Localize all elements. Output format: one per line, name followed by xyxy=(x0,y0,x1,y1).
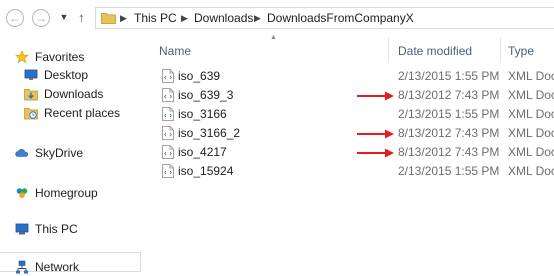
file-name: iso_3166_2 xyxy=(178,126,241,140)
column-header-name[interactable]: Name xyxy=(159,40,191,62)
downloads-folder-icon xyxy=(24,89,38,101)
homegroup-icon xyxy=(16,188,28,198)
file-row[interactable]: iso_3166_2 8/13/2012 7:43 PM XML Docu xyxy=(142,124,554,143)
file-type: XML Docu xyxy=(508,126,554,140)
file-type: XML Docu xyxy=(508,69,554,83)
arrow-left-icon: ← xyxy=(9,11,21,25)
xml-file-icon xyxy=(162,107,174,121)
recent-places-icon xyxy=(24,108,38,120)
file-name: iso_639 xyxy=(178,69,221,83)
column-divider[interactable] xyxy=(388,38,389,62)
file-name: iso_4217 xyxy=(178,145,227,159)
file-name: iso_15924 xyxy=(178,164,234,178)
skydrive-icon xyxy=(15,149,28,157)
xml-file-icon xyxy=(162,126,174,140)
file-date-modified: 8/13/2012 7:43 PM xyxy=(398,88,500,102)
up-button[interactable]: ↑ xyxy=(78,10,85,25)
file-type: XML Docu xyxy=(508,145,554,159)
chevron-down-icon: ▼ xyxy=(59,12,69,22)
breadcrumb-separator-icon[interactable]: ▶ xyxy=(181,12,188,24)
file-list: ▲ Name Date modified Type iso_639 2/13/20… xyxy=(142,34,554,272)
file-name: iso_639_3 xyxy=(178,88,234,102)
xml-file-icon xyxy=(162,164,174,178)
back-button[interactable]: ← xyxy=(6,9,24,27)
nav-item-label: Downloads xyxy=(44,87,104,101)
file-date-modified: 8/13/2012 7:43 PM xyxy=(398,145,500,159)
arrow-right-icon: → xyxy=(35,11,47,25)
file-date-modified: 8/13/2012 7:43 PM xyxy=(398,126,500,140)
file-row[interactable]: iso_639 2/13/2015 1:55 PM XML Docu xyxy=(142,67,554,86)
breadcrumb-downloadsfromcompanyx[interactable]: DownloadsFromCompanyX xyxy=(267,11,414,25)
annotation-arrow-icon xyxy=(357,129,394,139)
annotation-arrow-icon xyxy=(357,148,394,158)
column-header-date-modified[interactable]: Date modified xyxy=(398,40,472,62)
file-row[interactable]: iso_3166 2/13/2015 1:55 PM XML Docu xyxy=(142,105,554,124)
breadcrumb-separator-icon[interactable]: ▶ xyxy=(254,12,261,24)
file-row[interactable]: iso_4217 8/13/2012 7:43 PM XML Docu xyxy=(142,143,554,162)
forward-button[interactable]: → xyxy=(32,9,50,27)
nav-item-label: Desktop xyxy=(44,68,89,82)
file-type: XML Docu xyxy=(508,107,554,121)
file-date-modified: 2/13/2015 1:55 PM xyxy=(398,69,500,83)
file-name: iso_3166 xyxy=(178,107,227,121)
nav-item-label: This PC xyxy=(35,222,78,236)
column-header-type[interactable]: Type xyxy=(508,40,534,62)
file-row[interactable]: iso_639_3 8/13/2012 7:43 PM XML Docu xyxy=(142,86,554,105)
nav-item-label: Recent places xyxy=(44,106,121,120)
nav-item-label: Network xyxy=(35,260,80,274)
sort-ascending-icon: ▲ xyxy=(270,34,277,41)
star-icon xyxy=(15,50,29,64)
address-box[interactable]: ▶ This PC ▶ Downloads ▶ DownloadsFromCom… xyxy=(95,7,554,29)
folder-icon xyxy=(101,13,116,24)
desktop-icon xyxy=(24,69,38,80)
breadcrumb-separator-icon[interactable]: ▶ xyxy=(120,12,127,24)
nav-item-label: SkyDrive xyxy=(35,146,84,160)
column-divider[interactable] xyxy=(500,38,501,62)
xml-file-icon xyxy=(162,69,174,83)
address-bar-row: ← → ▼ ↑ ▶ This PC ▶ Downloads ▶ Download… xyxy=(0,0,554,34)
file-row[interactable]: iso_15924 2/13/2015 1:55 PM XML Docu xyxy=(142,162,554,181)
navigation-pane: Favorites Desktop Downloads Recent place… xyxy=(0,34,142,274)
annotation-arrow-icon xyxy=(357,91,394,101)
nav-item-label: Favorites xyxy=(35,50,85,64)
xml-file-icon xyxy=(162,88,174,102)
arrow-up-icon: ↑ xyxy=(78,10,85,25)
computer-icon xyxy=(15,223,29,235)
file-type: XML Docu xyxy=(508,88,554,102)
file-date-modified: 2/13/2015 1:55 PM xyxy=(398,107,500,121)
breadcrumb-downloads[interactable]: Downloads xyxy=(194,11,253,25)
nav-item-label: Homegroup xyxy=(35,186,98,200)
recent-locations-button[interactable]: ▼ xyxy=(58,10,70,24)
xml-file-icon xyxy=(162,145,174,159)
file-date-modified: 2/13/2015 1:55 PM xyxy=(398,164,500,178)
file-type: XML Docu xyxy=(508,164,554,178)
breadcrumb-this-pc[interactable]: This PC xyxy=(134,11,177,25)
